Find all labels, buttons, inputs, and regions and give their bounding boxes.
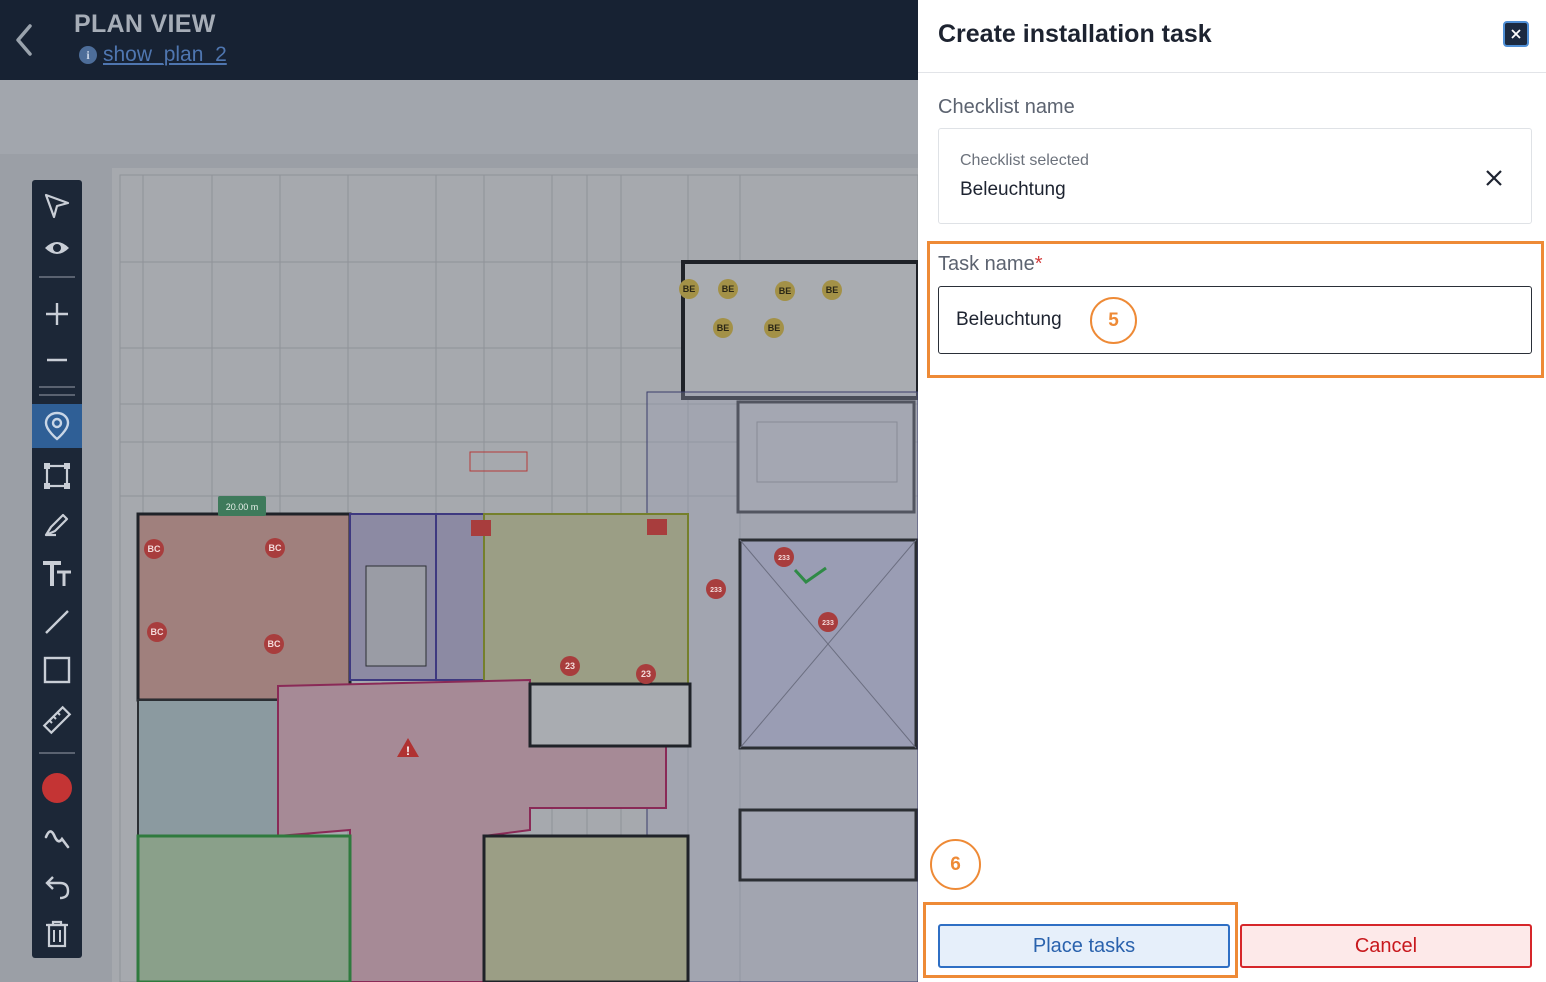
trash-icon: [46, 920, 68, 948]
marker-be[interactable]: BE: [822, 280, 842, 300]
marker-233[interactable]: 233: [706, 579, 726, 599]
clear-checklist-button[interactable]: [1479, 163, 1509, 193]
back-button[interactable]: [10, 22, 40, 58]
marker-233[interactable]: 233: [818, 612, 838, 632]
zoom-in-button[interactable]: [32, 292, 82, 336]
svg-text:BE: BE: [779, 286, 792, 296]
svg-text:BE: BE: [722, 284, 735, 294]
color-picker[interactable]: [32, 766, 82, 810]
place-tasks-button[interactable]: Place tasks: [938, 924, 1230, 968]
svg-text:23: 23: [641, 669, 651, 679]
cancel-button[interactable]: Cancel: [1240, 924, 1532, 968]
panel-title: Create installation task: [938, 20, 1212, 48]
polygon-icon: [44, 463, 70, 489]
marker-23[interactable]: 23: [636, 664, 656, 684]
marker-bc[interactable]: BC: [144, 539, 164, 559]
svg-text:BC: BC: [151, 627, 164, 637]
svg-text:233: 233: [778, 555, 790, 562]
svg-text:BE: BE: [683, 284, 696, 294]
color-swatch-icon: [42, 773, 72, 803]
marker-be[interactable]: BE: [775, 281, 795, 301]
close-panel-button[interactable]: [1503, 21, 1529, 47]
close-icon: [1486, 170, 1502, 186]
plan-link[interactable]: show_plan_2: [103, 43, 227, 67]
viewer-header-band: [0, 80, 918, 154]
freehand-icon: [44, 830, 70, 849]
undo-icon: [45, 876, 70, 900]
drawing-toolbar: [32, 180, 82, 958]
panel-header: Create installation task: [918, 0, 1546, 73]
close-icon: [1511, 29, 1521, 39]
eye-icon: [45, 242, 69, 254]
svg-text:BC: BC: [269, 543, 282, 553]
pen-tool[interactable]: [32, 502, 82, 546]
pen-icon: [44, 513, 69, 537]
cursor-icon: [44, 193, 70, 219]
svg-text:BC: BC: [268, 639, 281, 649]
page-title: PLAN VIEW: [74, 10, 216, 38]
plan-link-row: i show_plan_2: [79, 43, 227, 67]
text-tool[interactable]: [32, 552, 82, 596]
marker-be[interactable]: BE: [718, 279, 738, 299]
top-bar: PLAN VIEW i show_plan_2: [0, 0, 918, 80]
freehand-tool[interactable]: [32, 816, 82, 860]
rectangle-tool[interactable]: [32, 648, 82, 692]
rectangle-icon: [43, 656, 71, 684]
step-badge-5: 5: [1090, 297, 1137, 344]
marker-bc[interactable]: BC: [265, 538, 285, 558]
pin-tool[interactable]: [32, 404, 82, 448]
line-tool[interactable]: [32, 600, 82, 644]
area-tool[interactable]: [32, 454, 82, 498]
marker-be[interactable]: BE: [764, 318, 784, 338]
line-icon: [45, 610, 69, 634]
marker-bc[interactable]: BC: [147, 622, 167, 642]
delete-button[interactable]: [32, 912, 82, 956]
svg-text:!: !: [406, 744, 410, 758]
task-name-label: Task name*: [938, 253, 1043, 276]
svg-text:233: 233: [822, 620, 834, 627]
step-badge-6: 6: [930, 839, 981, 890]
svg-text:BE: BE: [717, 323, 730, 333]
visibility-tool[interactable]: [32, 226, 82, 270]
text-icon: [43, 561, 71, 586]
marker-bc[interactable]: BC: [264, 634, 284, 654]
marker-233[interactable]: 233: [774, 547, 794, 567]
task-name-label-text: Task name: [938, 253, 1035, 275]
plus-icon: [46, 303, 68, 325]
svg-text:BC: BC: [148, 544, 161, 554]
ruler-icon: [42, 705, 72, 735]
measure-tool[interactable]: [32, 698, 82, 742]
checklist-caption: Checklist selected: [960, 152, 1089, 169]
svg-text:BE: BE: [826, 285, 839, 295]
marker-23[interactable]: 23: [560, 656, 580, 676]
checklist-name-label: Checklist name: [938, 96, 1075, 118]
plan-viewer: PLAN VIEW i show_plan_2 ! 20.00 m BE BE …: [0, 0, 918, 982]
info-icon: i: [79, 46, 97, 64]
floor-plan-canvas[interactable]: ! 20.00 m BE BE BE BE BE BE BC BC BC BC …: [0, 154, 918, 982]
svg-text:233: 233: [710, 587, 722, 594]
checklist-value: Beleuchtung: [960, 179, 1066, 200]
marker-be[interactable]: BE: [713, 318, 733, 338]
marker-be[interactable]: BE: [679, 279, 699, 299]
create-task-panel: Create installation task Checklist name …: [918, 0, 1546, 982]
measure-label: 20.00 m: [226, 502, 259, 512]
undo-button[interactable]: [32, 864, 82, 908]
chevron-left-icon: [16, 24, 32, 56]
svg-text:BE: BE: [768, 323, 781, 333]
task-name-input[interactable]: [938, 286, 1532, 354]
minus-icon: [47, 358, 67, 362]
checklist-selector[interactable]: Checklist selected Beleuchtung: [938, 128, 1532, 224]
zoom-out-button[interactable]: [32, 338, 82, 382]
svg-text:23: 23: [565, 661, 575, 671]
select-tool-button[interactable]: [32, 184, 82, 228]
location-pin-icon: [44, 411, 70, 441]
required-asterisk: *: [1034, 253, 1043, 275]
